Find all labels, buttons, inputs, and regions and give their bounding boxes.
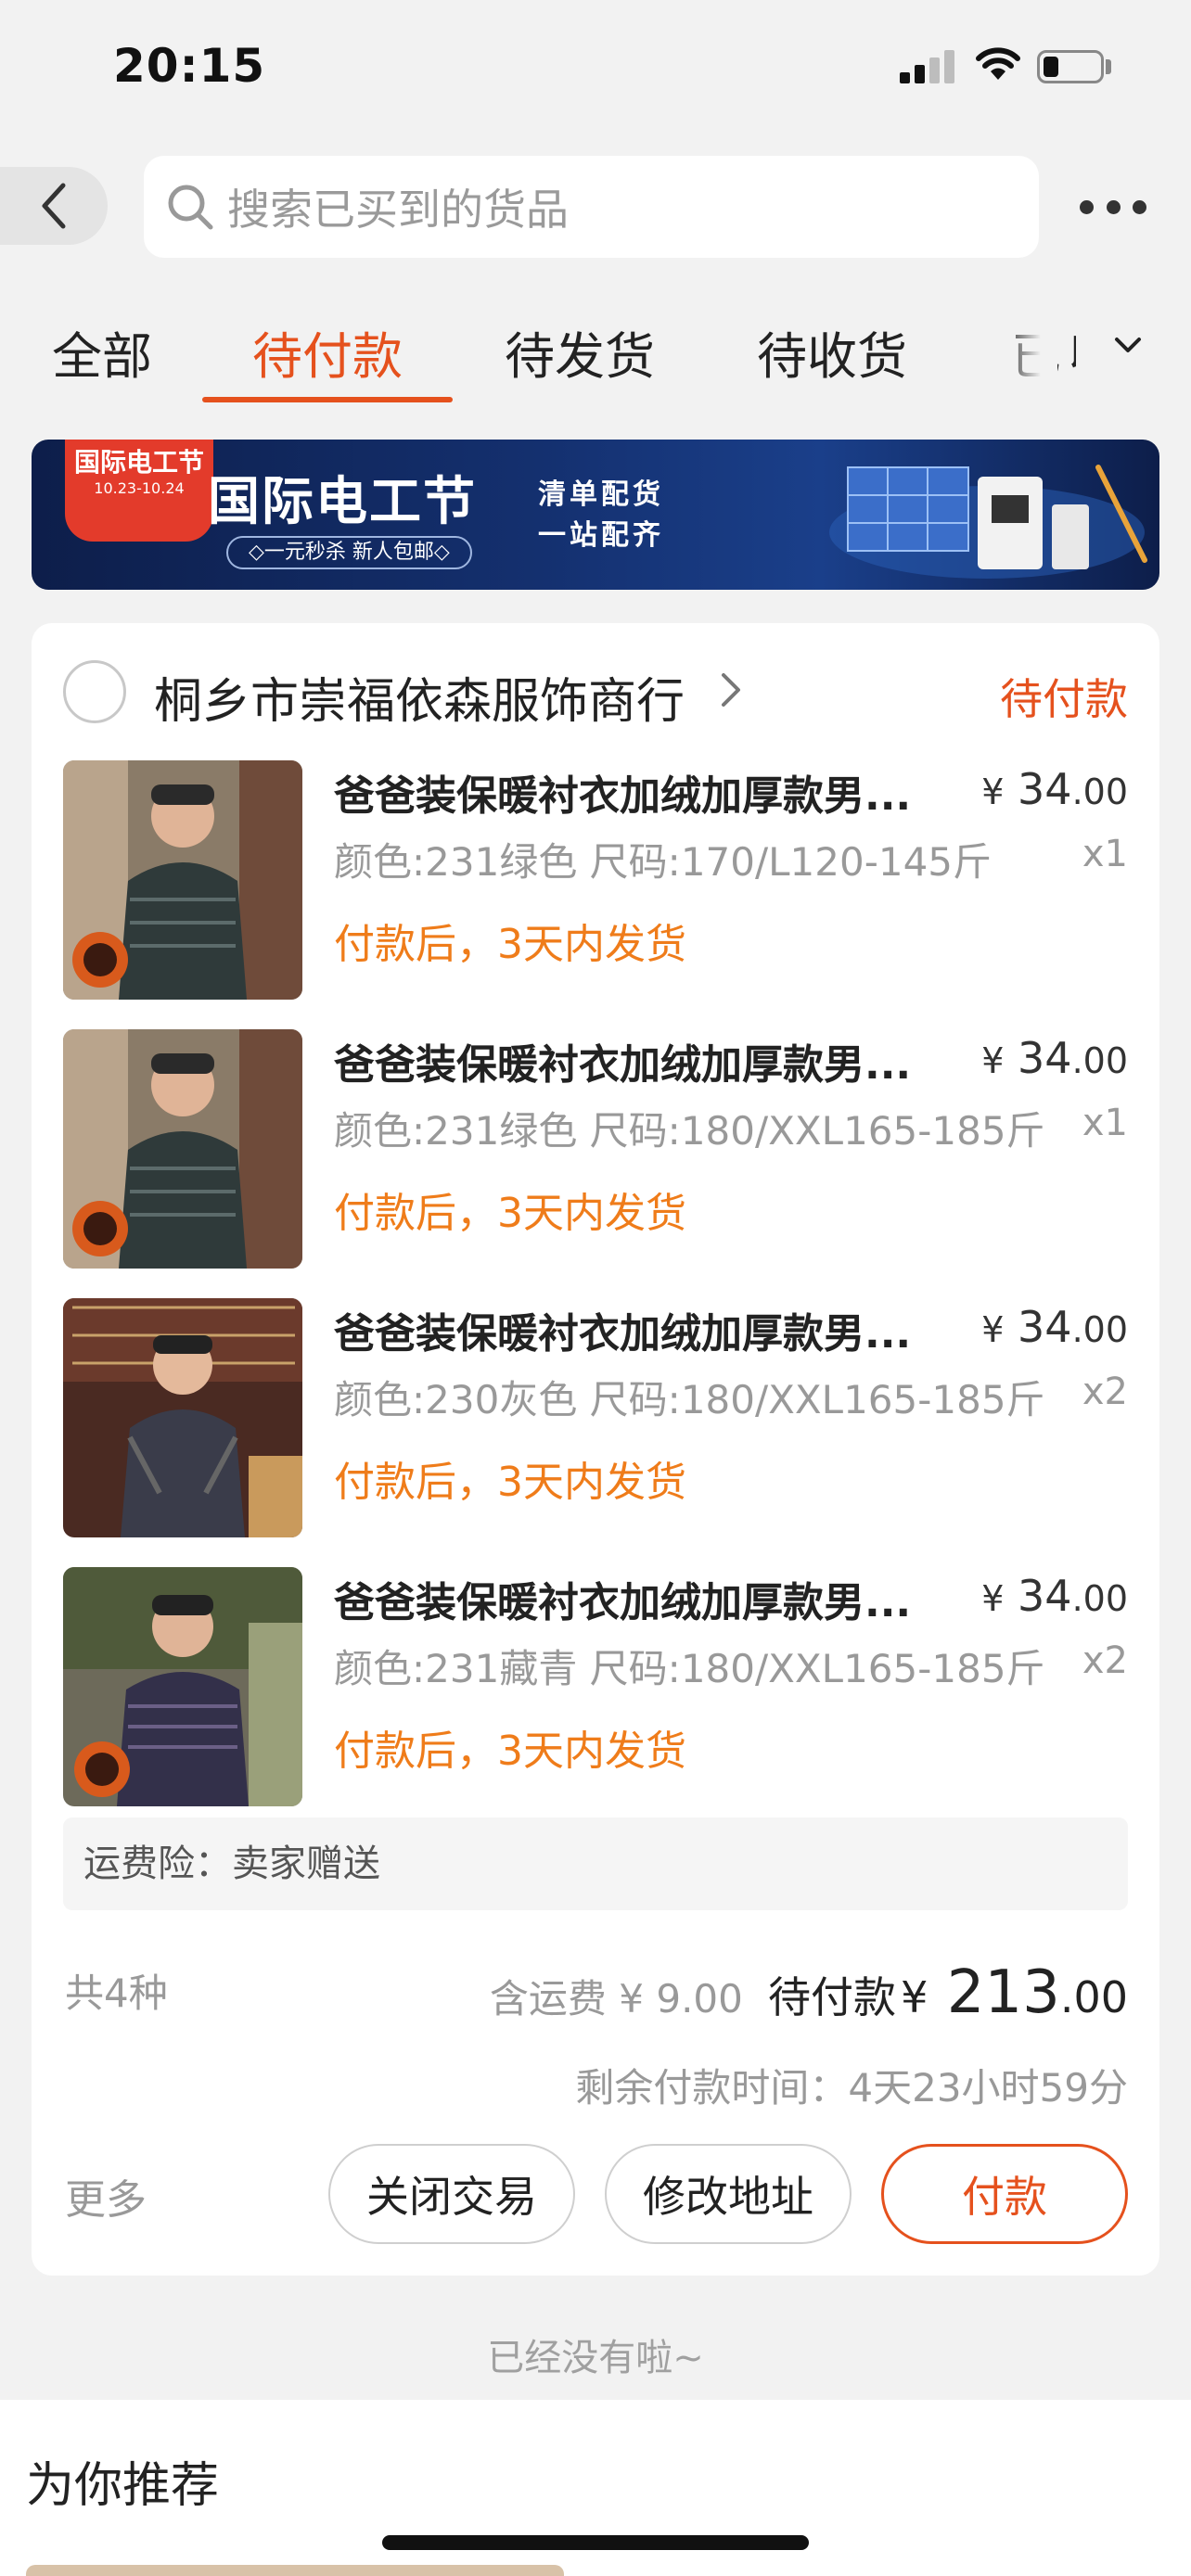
product-price: ¥ 34.00 [981, 1033, 1128, 1083]
select-checkbox[interactable] [63, 660, 126, 723]
banner-tagline-1: 清单配货 [538, 478, 664, 511]
product-price: ¥ 34.00 [981, 764, 1128, 814]
status-bar: 20:15 [0, 0, 1191, 139]
item-count: 共4种 [65, 1970, 168, 2016]
banner-badge-dates: 10.23-10.24 [94, 479, 185, 497]
product-title: 爸爸装保暖衬衣加绒加厚款男... [334, 1310, 912, 1358]
end-of-list-text: 已经没有啦~ [487, 2337, 704, 2379]
search-input[interactable]: 搜索已买到的货品 [144, 156, 1039, 258]
product-quantity: x2 [1082, 1371, 1128, 1413]
shop-name[interactable]: 桐乡市崇福依森服饰商行 [154, 662, 685, 732]
wifi-icon [976, 47, 1020, 80]
product-thumbnail[interactable] [63, 1029, 302, 1269]
banner-badge: 国际电工节 10.23-10.24 [65, 440, 213, 542]
product-thumbnail[interactable] [63, 1298, 302, 1537]
promo-banner[interactable]: 国际电工节 10.23-10.24 国际电工节 ◇一元秒杀 新人包邮◇ 清单配货… [32, 440, 1159, 590]
order-tabs: 全部 待付款 待发货 待收货 已ㄐ [0, 295, 1191, 415]
more-link[interactable]: 更多 [65, 2166, 147, 2225]
tab-all[interactable]: 全部 [52, 315, 152, 389]
pay-button[interactable]: 付款 [881, 2144, 1128, 2244]
banner-tagline: 清单配货 一站配齐 [538, 475, 664, 556]
chevron-right-icon [722, 673, 740, 707]
product-thumbnail[interactable] [63, 760, 302, 1000]
product-quantity: x1 [1082, 833, 1128, 875]
order-item[interactable]: 爸爸装保暖衬衣加绒加厚款男... ¥ 34.00 颜色:230灰色 尺码:180… [32, 1298, 1159, 1539]
product-thumbnail[interactable] [63, 1567, 302, 1806]
back-button[interactable] [0, 167, 108, 245]
more-options-button[interactable] [1080, 185, 1146, 228]
shop-header[interactable]: 桐乡市崇福依森服饰商行 待付款 [32, 623, 1159, 753]
shipping-note: 付款后，3天内发货 [334, 1728, 686, 1775]
tab-pending-payment[interactable]: 待付款 [252, 315, 403, 389]
product-title: 爸爸装保暖衬衣加绒加厚款男... [334, 1041, 912, 1089]
product-title: 爸爸装保暖衬衣加绒加厚款男... [334, 1579, 912, 1626]
shipping-note: 付款后，3天内发货 [334, 1190, 686, 1237]
amount-due: ¥ 213.00 [901, 1958, 1128, 2027]
active-tab-indicator [202, 397, 453, 402]
close-order-button[interactable]: 关闭交易 [328, 2144, 575, 2244]
tab-pending-receipt[interactable]: 待收货 [757, 315, 907, 389]
amount-due-label: 待付款 [767, 1972, 896, 2022]
product-spec: 颜色:231绿色 尺码:170/L120-145斤 [334, 839, 992, 885]
product-spec: 颜色:231绿色 尺码:180/XXL165-185斤 [334, 1108, 1045, 1154]
banner-tagline-2: 一站配齐 [538, 519, 664, 552]
product-quantity: x2 [1082, 1639, 1128, 1682]
tab-pending-shipment[interactable]: 待发货 [505, 315, 655, 389]
shipping-note: 付款后，3天内发货 [334, 921, 686, 968]
banner-subtitle: ◇一元秒杀 新人包邮◇ [226, 536, 472, 569]
shipping-note: 付款后，3天内发货 [334, 1459, 686, 1506]
signal-icon [900, 48, 955, 83]
order-status: 待付款 [1000, 674, 1128, 724]
product-price: ¥ 34.00 [981, 1571, 1128, 1621]
chevron-down-icon[interactable] [1109, 326, 1146, 363]
order-item[interactable]: 爸爸装保暖衬衣加绒加厚款男... ¥ 34.00 颜色:231藏青 尺码:180… [32, 1567, 1159, 1808]
search-placeholder: 搜索已买到的货品 [227, 185, 569, 235]
product-quantity: x1 [1082, 1102, 1128, 1144]
banner-badge-title: 国际电工节 [73, 447, 204, 478]
search-icon [168, 185, 213, 230]
banner-title: 国际电工节 [208, 472, 477, 532]
chevron-left-icon [42, 183, 66, 229]
order-item[interactable]: 爸爸装保暖衬衣加绒加厚款男... ¥ 34.00 颜色:231绿色 尺码:170… [32, 760, 1159, 1001]
order-total: 含运费 ¥ 9.00 待付款 ¥ 213.00 [490, 1958, 1128, 2027]
product-spec: 颜色:231藏青 尺码:180/XXL165-185斤 [334, 1646, 1045, 1691]
status-time: 20:15 [113, 39, 266, 93]
recommendation-title: 为你推荐 [26, 2458, 220, 2514]
shipping-insurance: 运费险：卖家赠送 [63, 1817, 1128, 1910]
product-price: ¥ 34.00 [981, 1302, 1128, 1352]
order-item[interactable]: 爸爸装保暖衬衣加绒加厚款男... ¥ 34.00 颜色:231绿色 尺码:180… [32, 1029, 1159, 1270]
remaining-time: 剩余付款时间：4天23小时59分 [575, 2065, 1128, 2111]
order-card: 桐乡市崇福依森服饰商行 待付款 爸爸装保暖衬衣加绒加厚款男... ¥ 34.00… [32, 623, 1159, 2276]
modify-address-button[interactable]: 修改地址 [605, 2144, 852, 2244]
shipping-fee: 含运费 ¥ 9.00 [489, 1976, 743, 2021]
home-indicator[interactable] [382, 2535, 809, 2550]
electrical-devices-image [829, 465, 1147, 579]
recommendation-item-peek[interactable] [26, 2565, 564, 2576]
battery-icon [1037, 50, 1104, 83]
product-spec: 颜色:230灰色 尺码:180/XXL165-185斤 [334, 1377, 1045, 1422]
product-title: 爸爸装保暖衬衣加绒加厚款男... [334, 772, 912, 820]
